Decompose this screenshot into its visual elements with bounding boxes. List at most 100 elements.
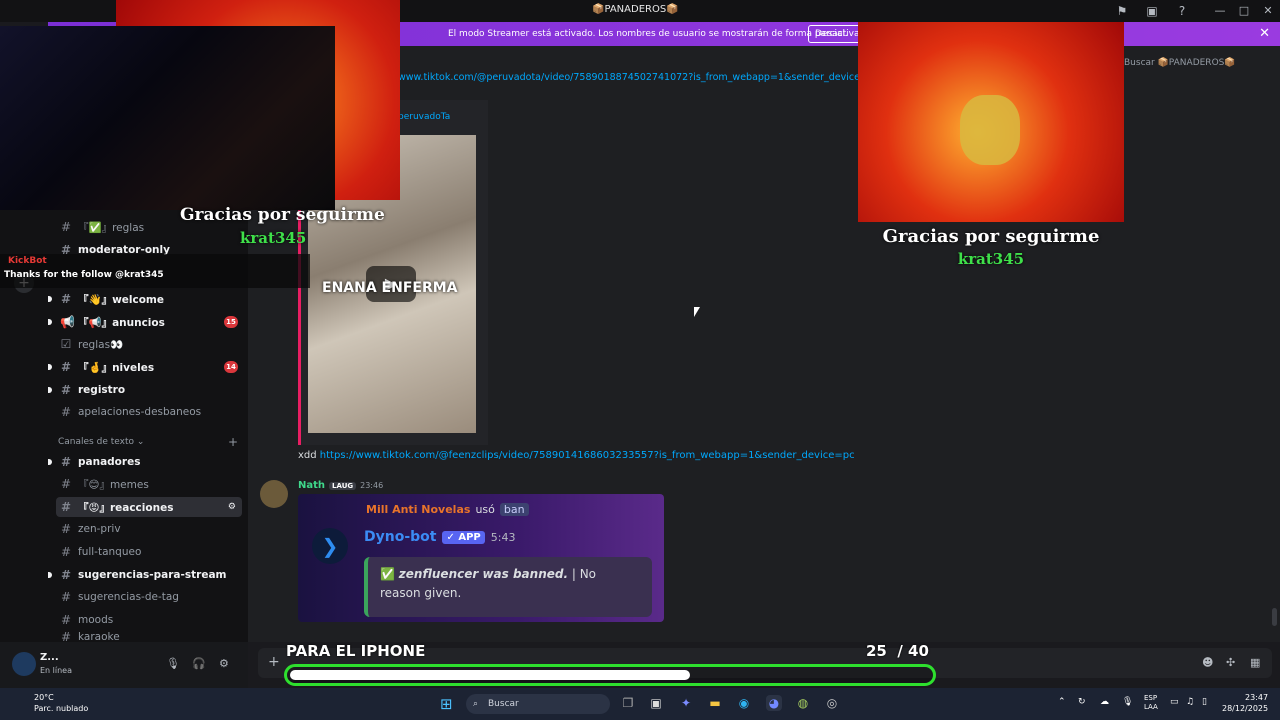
app-icon[interactable]: ◍ xyxy=(795,695,811,711)
clock-date: 28/12/2025 xyxy=(1222,704,1269,713)
gift-icon[interactable]: ▦ xyxy=(1250,656,1260,669)
goal-counter: 25 / 40 xyxy=(866,642,929,660)
channel-label: reglas👀 xyxy=(78,338,124,351)
hash-icon: # xyxy=(60,632,72,642)
headphones-icon[interactable]: 🎧 xyxy=(192,657,206,670)
ban-user-text: zenfluencer was banned. xyxy=(398,567,569,581)
megaphone-icon: 📢 xyxy=(60,315,75,329)
close-window-button[interactable]: ✕ xyxy=(1260,3,1276,19)
channel-item[interactable]: ☑ reglas👀 xyxy=(56,334,242,354)
search-input[interactable]: Buscar 📦PANADEROS📦 xyxy=(1124,58,1236,68)
clock[interactable]: 23:47 28/12/2025 xyxy=(1222,692,1268,714)
chevron-up-icon[interactable]: ⌃ xyxy=(1058,697,1066,707)
help-icon[interactable]: ? xyxy=(1174,3,1190,19)
hash-icon: # xyxy=(60,360,72,374)
start-button[interactable]: ⊞ xyxy=(440,696,456,712)
search-icon: ⌕ xyxy=(473,699,479,709)
channel-item[interactable]: # 『😊』memes xyxy=(56,474,242,494)
language-indicator[interactable]: ESP LAA xyxy=(1144,694,1158,712)
guild-tag: LAUG xyxy=(329,481,357,490)
channel-label: panadores xyxy=(78,456,141,468)
channel-label: moods xyxy=(78,614,114,626)
unread-indicator xyxy=(48,459,52,465)
hash-icon: # xyxy=(60,405,72,419)
channel-label: 『😊』memes xyxy=(78,478,149,491)
emoji-icon[interactable]: ☻ xyxy=(1202,656,1213,669)
follow-alert-title: Gracias por seguirme xyxy=(180,205,385,225)
category-label: Canales de texto xyxy=(58,437,134,447)
channel-label: 『📢』anuncios xyxy=(78,316,165,329)
close-icon[interactable]: ✕ xyxy=(1259,26,1270,41)
channel-label: full-tanqueo xyxy=(78,546,142,558)
scrollbar[interactable] xyxy=(1272,608,1277,626)
weather-widget[interactable]: 20°C Parc. nublado xyxy=(12,692,88,714)
edge-icon[interactable]: ◉ xyxy=(736,695,752,711)
unread-indicator xyxy=(48,296,52,302)
hash-icon: # xyxy=(60,477,72,491)
hash-icon: # xyxy=(60,383,72,397)
taskbar-search-label: Buscar xyxy=(488,699,519,709)
check-icon: ✅ xyxy=(380,567,395,581)
user-status: En línea xyxy=(40,666,73,675)
settings-icon[interactable]: ⚙ xyxy=(228,502,236,512)
mention-badge: 14 xyxy=(224,361,238,373)
goal-total: / 40 xyxy=(897,642,929,660)
channel-item[interactable]: # sugerencias-para-stream xyxy=(48,565,242,585)
unread-indicator xyxy=(48,364,52,370)
task-view-icon[interactable]: ❐ xyxy=(620,695,636,711)
channel-item[interactable]: # moods xyxy=(56,610,242,630)
avatar[interactable] xyxy=(12,652,36,676)
file-explorer-icon[interactable]: ▬ xyxy=(707,695,723,711)
onedrive-icon[interactable]: ☁ xyxy=(1100,697,1109,707)
inbox-icon[interactable]: ▣ xyxy=(1144,3,1160,19)
message-header: Nath LAUG 23:46 xyxy=(298,480,383,491)
bot-header: Dyno-bot ✓ APP 5:43 xyxy=(364,529,515,545)
channel-item[interactable]: # apelaciones-desbaneos xyxy=(56,402,242,422)
category-header[interactable]: Canales de texto ⌄ xyxy=(58,437,144,447)
channel-item[interactable]: 📢 『📢』anuncios 15 xyxy=(48,312,242,332)
channel-item[interactable]: # full-tanqueo xyxy=(56,542,242,562)
add-channel-icon[interactable]: + xyxy=(228,435,238,449)
channel-item[interactable]: # karaoke xyxy=(56,632,242,642)
maximize-button[interactable]: □ xyxy=(1236,3,1252,19)
ban-embed: ✅ zenfluencer was banned. | No reason gi… xyxy=(364,557,652,617)
mention-badge: 15 xyxy=(224,316,238,328)
sync-icon[interactable]: ↻ xyxy=(1078,697,1086,707)
goal-current: 25 xyxy=(866,642,887,660)
username: Z... xyxy=(40,652,59,663)
channel-item[interactable]: # zen-priv xyxy=(56,519,242,539)
copilot-icon[interactable]: ✦ xyxy=(678,695,694,711)
network-icon[interactable]: ▭ xyxy=(1170,697,1179,707)
mouse-cursor xyxy=(694,307,700,317)
channel-item-active[interactable]: # 『😡』reacciones ⚙ xyxy=(56,497,242,517)
message-link[interactable]: www.tiktok.com/@peruvadota/video/7589018… xyxy=(398,72,879,83)
channel-item[interactable]: # 『🤞』niveles 14 xyxy=(48,357,242,377)
avatar[interactable] xyxy=(260,480,288,508)
taskbar xyxy=(0,688,1280,720)
author-name[interactable]: Nath xyxy=(298,480,325,491)
store-icon[interactable]: ▣ xyxy=(648,695,664,711)
channel-item[interactable]: # panadores xyxy=(48,452,242,472)
settings-icon[interactable]: ⚙ xyxy=(219,657,229,670)
command-name: ban xyxy=(499,503,529,516)
attach-icon[interactable]: + xyxy=(268,654,280,670)
flag-icon[interactable]: ⚑ xyxy=(1114,3,1130,19)
discord-icon[interactable]: ◕ xyxy=(766,695,782,711)
taskbar-search[interactable]: ⌕ Buscar xyxy=(466,694,610,714)
battery-icon[interactable]: ▯ xyxy=(1202,697,1207,707)
lang-secondary: LAA xyxy=(1144,703,1158,711)
minimize-button[interactable]: — xyxy=(1212,3,1228,19)
channel-item[interactable]: # registro xyxy=(48,380,242,400)
volume-icon[interactable]: ♫ xyxy=(1186,697,1194,707)
command-reply: Mill Anti Novelas usó ban xyxy=(366,503,529,516)
obs-icon[interactable]: ◎ xyxy=(824,695,840,711)
hash-icon: # xyxy=(60,590,72,604)
channel-item[interactable]: # 『👋』welcome xyxy=(48,289,242,309)
microphone-icon[interactable]: 🎙 xyxy=(1122,697,1133,707)
apps-icon[interactable]: ✣ xyxy=(1226,656,1235,669)
channel-item[interactable]: # sugerencias-de-tag xyxy=(56,587,242,607)
sponge-character-icon xyxy=(960,95,1020,165)
message-link[interactable]: https://www.tiktok.com/@feenzclips/video… xyxy=(320,450,855,461)
microphone-icon[interactable]: 🎙 xyxy=(166,657,180,670)
embed-author[interactable]: peruvadoTa xyxy=(398,112,450,122)
